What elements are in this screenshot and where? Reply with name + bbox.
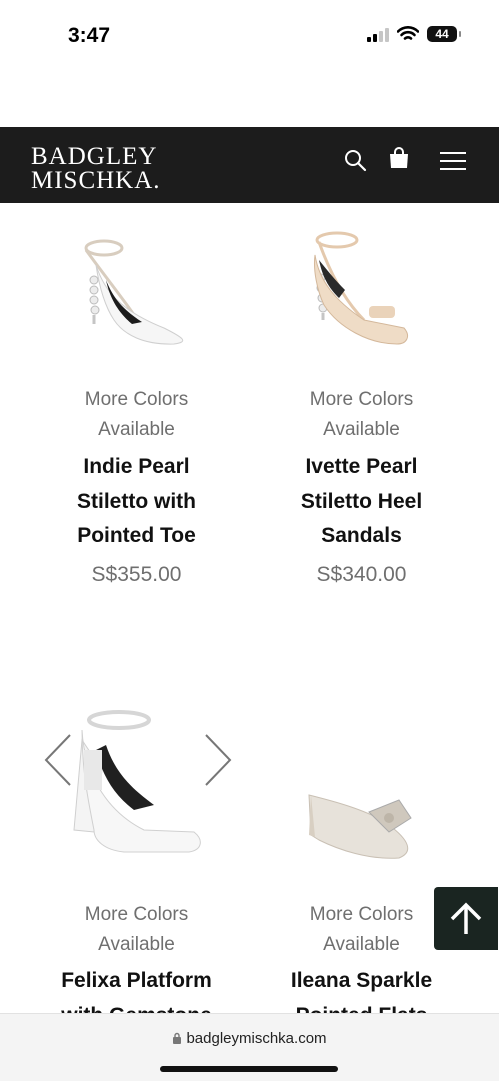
product-price: S$355.00 [91, 563, 182, 586]
product-price: S$340.00 [316, 563, 407, 586]
product-card[interactable]: More Colors Available Ileana Sparkle Poi… [249, 700, 474, 1013]
url-text: badgleymischka.com [186, 1030, 327, 1047]
product-image[interactable] [249, 220, 474, 360]
search-button[interactable] [340, 145, 370, 175]
browser-address-bar[interactable]: badgleymischka.com [0, 1013, 499, 1081]
product-card[interactable]: More Colors Available Ivette Pearl Stile… [249, 220, 474, 590]
chevron-left-icon [44, 734, 71, 786]
logo-line-1: BADGLEY [31, 143, 158, 170]
search-icon [345, 150, 367, 172]
lock-icon [173, 1032, 182, 1044]
cart-button[interactable] [385, 143, 413, 173]
status-icons: 44 [367, 26, 461, 42]
product-name[interactable]: Felixa Platform with Gemstone [24, 964, 249, 1013]
more-colors-label: More Colors Available [84, 389, 189, 440]
logo-line-2: MISCHKA. [31, 167, 161, 194]
status-time: 3:47 [68, 24, 111, 47]
chevron-right-icon [205, 734, 232, 786]
product-image[interactable] [249, 700, 474, 870]
product-name[interactable]: Indie Pearl Stiletto with Pointed Toe [24, 450, 249, 554]
more-colors-label: More Colors Available [309, 389, 414, 440]
brand-logo[interactable]: BADGLEY MISCHKA. [31, 143, 161, 194]
hamburger-menu-icon [440, 152, 466, 170]
url-display[interactable]: badgleymischka.com [0, 1030, 499, 1047]
more-colors-label: More Colors Available [84, 904, 189, 955]
product-image[interactable] [24, 220, 249, 360]
menu-button[interactable] [436, 146, 470, 176]
product-card[interactable]: More Colors Available Indie Pearl Stilet… [24, 220, 249, 590]
wifi-icon [397, 26, 419, 40]
carousel-next-button[interactable] [198, 730, 238, 790]
battery-icon: 44 [427, 26, 461, 42]
back-to-top-button[interactable] [434, 887, 498, 950]
carousel-prev-button[interactable] [40, 730, 80, 790]
shopping-bag-icon [390, 147, 408, 168]
cellular-signal-icon [367, 26, 389, 42]
product-name[interactable]: Ivette Pearl Stiletto Heel Sandals [249, 450, 474, 554]
home-indicator [160, 1066, 338, 1072]
arrow-up-icon [450, 902, 482, 934]
status-bar: 3:47 44 [0, 0, 499, 70]
product-name[interactable]: Ileana Sparkle Pointed Flats [249, 964, 474, 1013]
